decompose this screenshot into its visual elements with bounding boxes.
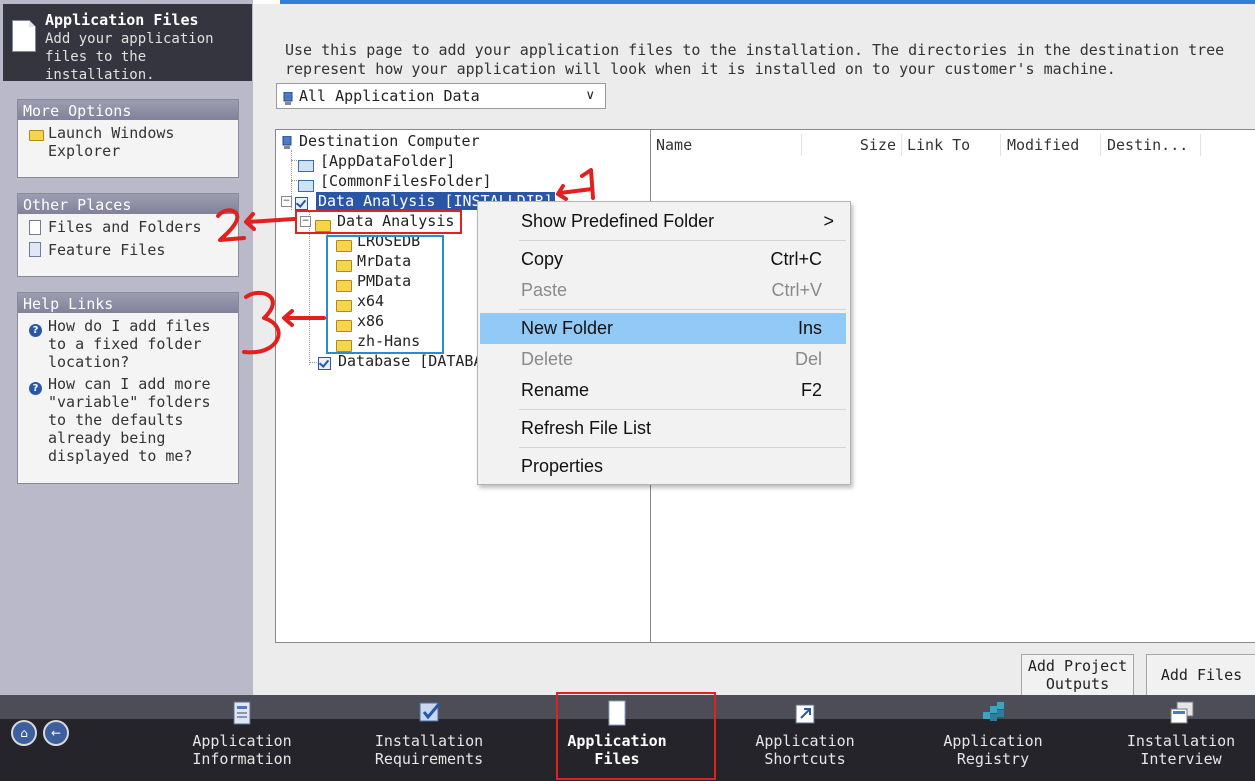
nav-application-shortcuts[interactable]: Application Shortcuts — [720, 700, 890, 768]
annotation-label-1: 1 — [0, 0, 9, 4]
annotation-arrows — [216, 168, 595, 355]
add-project-outputs-button[interactable]: Add Project Outputs — [1021, 654, 1134, 696]
nav-label: Registry — [956, 750, 1030, 768]
installation-requirements-icon — [417, 700, 441, 726]
nav-label: Application — [192, 732, 292, 750]
annotation-arrow-2 — [246, 217, 296, 224]
application-information-icon — [230, 700, 254, 726]
add-files-label: Add Files — [1160, 666, 1243, 684]
annotation-numeral-1 — [580, 168, 595, 200]
nav-installation-interview[interactable]: Installation Interview — [1096, 700, 1255, 768]
registry-icon — [981, 700, 1005, 726]
add-project-outputs-label-2: Outputs — [1045, 675, 1110, 693]
nav-label: Information — [192, 750, 292, 768]
back-icon[interactable]: ← — [43, 720, 69, 746]
home-icon[interactable]: ⌂ — [11, 720, 37, 746]
nav-label: Application — [755, 732, 855, 750]
nav-label: Installation — [1126, 732, 1236, 750]
annotation-numeral-3 — [242, 290, 281, 355]
annotation-red-box-nav — [556, 692, 716, 780]
nav-label: Interview — [1140, 750, 1222, 768]
add-project-outputs-label-1: Add Project — [1027, 657, 1128, 675]
add-files-button[interactable]: Add Files — [1146, 654, 1255, 696]
nav-application-registry[interactable]: Application Registry — [908, 700, 1078, 768]
nav-application-information[interactable]: Application Information — [157, 700, 327, 768]
nav-installation-requirements[interactable]: Installation Requirements — [344, 700, 514, 768]
annotation-arrow-1 — [558, 187, 594, 195]
nav-label: Application — [943, 732, 1043, 750]
annotation-numeral-2 — [216, 208, 246, 242]
installation-interview-icon — [1169, 700, 1194, 726]
nav-label: Requirements — [374, 750, 484, 768]
shortcut-icon — [793, 700, 817, 726]
nav-label: Installation — [374, 732, 484, 750]
nav-label: Shortcuts — [764, 750, 846, 768]
